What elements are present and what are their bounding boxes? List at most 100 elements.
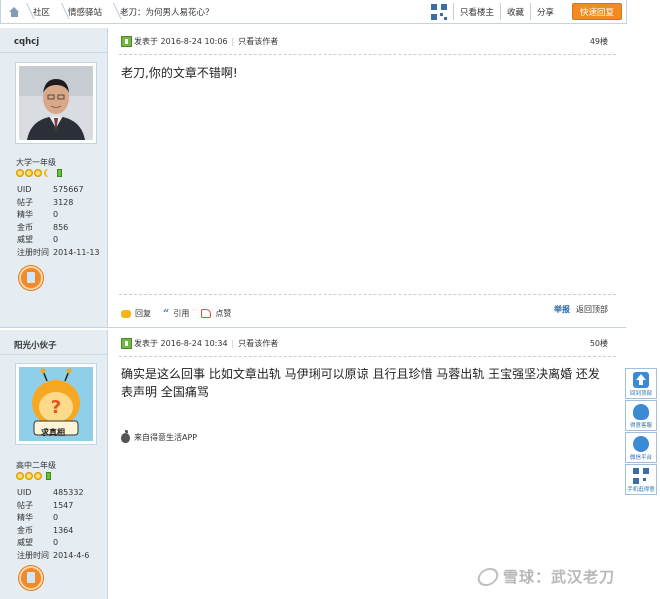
sun-icon (25, 169, 33, 177)
qq-icon (633, 404, 649, 420)
sun-icon (16, 169, 24, 177)
apple-icon (121, 429, 130, 443)
phone-badge-icon[interactable] (19, 566, 43, 590)
stat-uid: UID 485332 (17, 488, 84, 497)
right-margin (627, 0, 660, 368)
qr-code-icon (633, 468, 649, 484)
user-level: 大学一年级 (16, 158, 56, 167)
avatar[interactable]: ? 求真相 (15, 363, 97, 445)
avatar-caption: 求真相 (41, 428, 65, 437)
quick-reply-button[interactable]: 快速回复 (571, 3, 622, 20)
user-stats: UID 485332 帖子 1547 精华 0 金币 1364 威望 0 注册时间 2014… (17, 487, 89, 562)
stat-prestige: 威望 0 (17, 538, 59, 547)
breadcrumb-item-forum[interactable]: 情感驿站 (62, 0, 114, 23)
post-49: cqhcj 大学一年级 UID 575667 帖子 3128 精华 0 金币 8… (0, 28, 626, 328)
level-medals (16, 169, 62, 177)
only-author-link[interactable]: 只看该作者 (238, 36, 278, 47)
post-body: 确实是这么回事 比如文章出轨 马伊琍可以原谅 且行且珍惜 马蓉出轨 王宝强坚决离… (121, 367, 600, 399)
like-button[interactable]: 点赞 (201, 308, 231, 319)
only-host-button[interactable]: 只看楼主 (452, 3, 500, 20)
qr-code-icon[interactable] (430, 3, 447, 20)
divider (119, 294, 616, 295)
reply-icon (121, 309, 131, 318)
breadcrumb-item-thread: 老刀：为何男人易花心？ (120, 7, 214, 18)
breadcrumb-home[interactable] (1, 0, 27, 23)
stat-digest: 精华 0 (17, 210, 59, 219)
share-button[interactable]: 分享 (529, 3, 560, 20)
sun-icon (34, 169, 42, 177)
quote-icon: “ (163, 306, 170, 320)
reply-label: 回复 (135, 309, 151, 318)
divider (119, 54, 616, 55)
svg-text:?: ? (51, 397, 61, 418)
post-right-actions: 举报 返回顶部 (554, 304, 608, 315)
battery-icon (57, 169, 62, 177)
sun-icon (25, 472, 33, 480)
report-link[interactable]: 举报 (554, 304, 570, 315)
watermark-text: 雪球：武汉老刀 (503, 568, 616, 586)
breadcrumb: 社区 情感驿站 老刀：为何男人易花心？ (1, 0, 226, 23)
quote-label: 引用 (173, 309, 190, 318)
post-50: 阳光小伙子 ? 求真相 高中二年级 UID 485332 帖子 1547 精华 … (0, 330, 626, 599)
reply-button[interactable]: 回复 (121, 308, 151, 319)
meta-separator: | (231, 37, 235, 46)
stat-registered: 注册时间 2014-4-6 (17, 550, 90, 560)
back-to-top-button[interactable]: 回到顶部 (625, 368, 657, 399)
like-label: 点赞 (215, 309, 232, 318)
stat-coins: 金币 856 (17, 222, 69, 232)
post-content: 发表于 2016-8-24 10:06 | 只看该作者 49楼 老刀,你的文章不… (109, 28, 626, 327)
mobile-app-button[interactable]: 手机逛得意 (625, 464, 657, 495)
divider (119, 356, 616, 357)
thumbs-up-icon (201, 309, 212, 318)
post-meta: 发表于 2016-8-24 10:34 | 只看该作者 (121, 338, 278, 349)
mobile-app-label: 手机逛得意 (627, 487, 655, 493)
watermark: 雪球：武汉老刀 (475, 566, 616, 587)
stat-digest: 精华 0 (17, 513, 59, 522)
only-author-link[interactable]: 只看该作者 (238, 338, 278, 349)
avatar-photo (19, 66, 93, 140)
username[interactable]: cqhcj (14, 37, 39, 47)
divider (0, 52, 107, 53)
meta-separator: | (231, 339, 235, 348)
favorite-button[interactable]: 收藏 (499, 3, 530, 20)
online-status-icon (121, 36, 132, 47)
thread-actions: 只看楼主 收藏 分享 快速回复 (430, 0, 622, 23)
breadcrumb-bar: 社区 情感驿站 老刀：为何男人易花心？ 只看楼主 收藏 分享 快速回复 (0, 0, 627, 24)
customer-service-button[interactable]: 得意客服 (625, 400, 657, 431)
customer-service-label: 得意客服 (629, 423, 652, 429)
source-label: 来自得意生活APP (134, 433, 198, 442)
moon-icon (46, 169, 53, 177)
wechat-label: 微信平台 (629, 455, 652, 461)
xueqiu-logo-icon (475, 567, 501, 586)
post-source[interactable]: 来自得意生活APP (121, 429, 198, 443)
avatar[interactable] (15, 62, 97, 144)
post-time: 2016-8-24 10:34 (160, 339, 228, 348)
battery-icon (46, 472, 51, 480)
sun-icon (34, 472, 42, 480)
phone-badge-icon[interactable] (19, 266, 43, 290)
user-sidebar: 阳光小伙子 ? 求真相 高中二年级 UID 485332 帖子 1547 精华 … (0, 330, 108, 599)
wechat-button[interactable]: 微信平台 (625, 432, 657, 463)
username[interactable]: 阳光小伙子 (14, 339, 57, 351)
wechat-icon (633, 436, 649, 452)
floating-toolbar: 回到顶部 得意客服 微信平台 手机逛得意 (625, 368, 657, 496)
back-to-top-label: 回到顶部 (629, 391, 652, 397)
post-time: 2016-8-24 10:06 (160, 37, 228, 46)
user-stats: UID 575667 帖子 3128 精华 0 金币 856 威望 0 注册时间 2014-… (17, 184, 100, 259)
post-meta: 发表于 2016-8-24 10:06 | 只看该作者 (121, 36, 278, 47)
stat-posts: 帖子 3128 (17, 197, 74, 207)
quote-button[interactable]: “引用 (163, 308, 189, 319)
user-level: 高中二年级 (16, 461, 56, 470)
arrow-up-icon (633, 372, 649, 388)
floor-number[interactable]: 50楼 (590, 338, 608, 349)
stat-coins: 金币 1364 (17, 525, 74, 535)
breadcrumb-item-community[interactable]: 社区 (27, 0, 62, 23)
floor-number[interactable]: 49楼 (590, 36, 608, 47)
stat-prestige: 威望 0 (17, 235, 59, 244)
online-status-icon (121, 338, 132, 349)
level-medals (16, 472, 51, 480)
posted-label: 发表于 (134, 37, 158, 46)
back-to-top-link[interactable]: 返回顶部 (576, 304, 608, 315)
posted-label: 发表于 (134, 339, 158, 348)
stat-uid: UID 575667 (17, 185, 84, 194)
